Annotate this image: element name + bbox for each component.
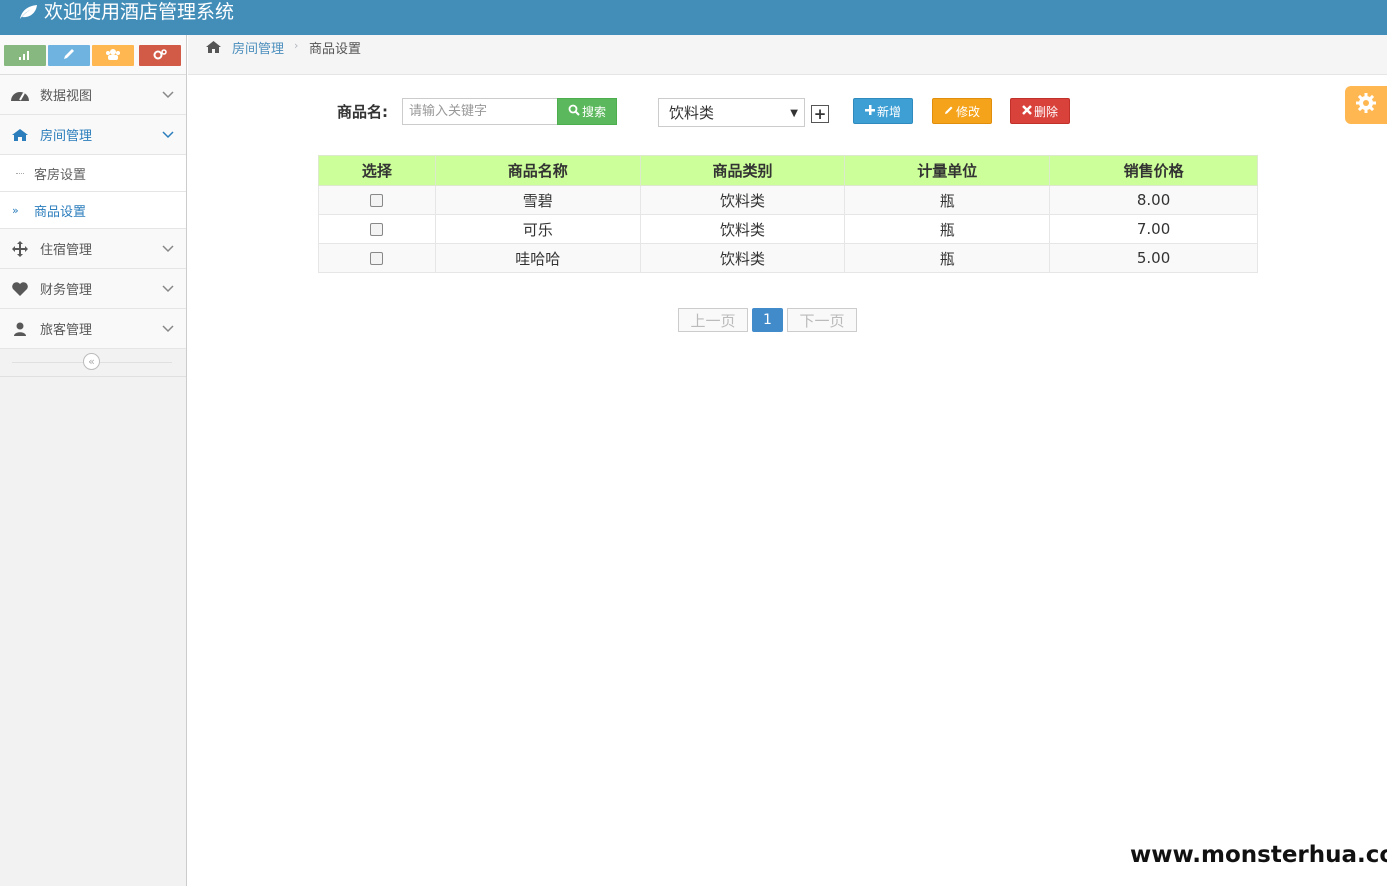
- delete-button[interactable]: 删除: [1010, 98, 1070, 124]
- sidebar-collapse-row: «: [0, 349, 186, 377]
- sidebar-item-label: 数据视图: [40, 89, 93, 104]
- signal-icon: [18, 48, 32, 64]
- product-unit-cell: 瓶: [844, 243, 1051, 273]
- search-icon: [568, 104, 580, 119]
- watermark: www.monsterhua.com: [1130, 842, 1387, 868]
- product-name-label: 商品名:: [337, 103, 388, 121]
- sidebar-collapse-button[interactable]: «: [83, 353, 100, 370]
- next-page-button[interactable]: 下一页: [787, 308, 857, 332]
- search-input[interactable]: [402, 98, 558, 125]
- shortcut-stats-button[interactable]: [4, 45, 46, 66]
- sidebar-item-data-view[interactable]: 数据视图: [0, 75, 186, 115]
- breadcrumb-link-room-management[interactable]: 房间管理: [232, 38, 284, 57]
- table-header-row: 选择 商品名称 商品类别 计量单位 销售价格: [318, 155, 1258, 186]
- heart-icon: [10, 281, 30, 297]
- home-icon: [10, 127, 30, 143]
- leaf-icon: [18, 4, 38, 20]
- user-icon: [10, 321, 30, 337]
- current-page-button[interactable]: 1: [752, 308, 783, 332]
- sidebar: 数据视图 房间管理 客房设置 » 商品设置 住宿管理 财务管理 旅客管理 «: [0, 35, 187, 886]
- sidebar-subitem-product-settings[interactable]: » 商品设置: [0, 192, 186, 229]
- plus-icon: [864, 104, 875, 118]
- product-category-cell: 饮料类: [639, 214, 846, 244]
- sidebar-item-room-management[interactable]: 房间管理: [0, 115, 186, 155]
- product-name-cell: 可乐: [434, 214, 641, 244]
- chevron-down-icon: [162, 242, 174, 257]
- add-button[interactable]: 新增: [853, 98, 913, 124]
- category-select[interactable]: 饮料类 ▼: [658, 98, 805, 127]
- table-row[interactable]: 可乐 饮料类 瓶 7.00: [318, 214, 1258, 244]
- column-header-name[interactable]: 商品名称: [434, 155, 641, 186]
- breadcrumb: 房间管理 › 商品设置: [188, 35, 1387, 75]
- delete-button-label: 删除: [1033, 104, 1058, 119]
- sidebar-item-label: 房间管理: [40, 129, 93, 144]
- select-cell: [318, 243, 436, 273]
- sidebar-item-lodging-management[interactable]: 住宿管理: [0, 229, 186, 269]
- table-row[interactable]: 雪碧 饮料类 瓶 8.00: [318, 185, 1258, 215]
- chevron-down-icon: [162, 128, 174, 143]
- double-angle-right-icon: »: [12, 203, 19, 217]
- sidebar-subitem-guest-room-settings[interactable]: 客房设置: [0, 155, 186, 192]
- category-select-value: 饮料类: [669, 104, 715, 122]
- sidebar-subitem-label: 商品设置: [34, 204, 87, 220]
- tachometer-icon: [10, 87, 30, 103]
- product-price-cell: 8.00: [1049, 185, 1258, 215]
- sidebar-item-label: 住宿管理: [40, 243, 93, 258]
- row-checkbox[interactable]: [370, 194, 384, 207]
- column-header-category[interactable]: 商品类别: [639, 155, 846, 186]
- move-arrows-icon: [10, 241, 30, 257]
- gear-icon: [1355, 92, 1377, 118]
- group-icon: [105, 48, 121, 64]
- home-icon[interactable]: [205, 40, 222, 58]
- add-category-button[interactable]: +: [811, 105, 829, 123]
- chevron-down-icon: [162, 282, 174, 297]
- pencil-icon: [62, 48, 76, 64]
- product-price-cell: 7.00: [1049, 214, 1258, 244]
- sidebar-shortcuts: [0, 35, 186, 75]
- product-category-cell: 饮料类: [639, 185, 846, 215]
- row-checkbox[interactable]: [370, 252, 384, 265]
- chevron-down-icon: [162, 88, 174, 103]
- sidebar-item-label: 财务管理: [40, 283, 93, 298]
- chevron-down-icon: [162, 322, 174, 337]
- ace-settings-button[interactable]: [1345, 86, 1387, 124]
- product-name-cell: 雪碧: [434, 185, 641, 215]
- sidebar-item-label: 旅客管理: [40, 323, 93, 338]
- select-cell: [318, 185, 436, 215]
- product-table: 选择 商品名称 商品类别 计量单位 销售价格 雪碧 饮料类 瓶 8.00 可乐 …: [318, 155, 1258, 273]
- row-checkbox[interactable]: [370, 223, 384, 236]
- shortcut-edit-button[interactable]: [48, 45, 90, 66]
- sidebar-subitem-label: 客房设置: [34, 167, 87, 183]
- cogs-icon: [152, 48, 168, 64]
- brand[interactable]: 欢迎使用酒店管理系统: [18, 0, 234, 24]
- search-button[interactable]: 搜索: [557, 98, 617, 125]
- sidebar-item-finance-management[interactable]: 财务管理: [0, 269, 186, 309]
- breadcrumb-current: 商品设置: [309, 42, 362, 57]
- caret-down-icon: ▼: [790, 108, 798, 119]
- shortcut-settings-button[interactable]: [139, 45, 181, 66]
- prev-page-button[interactable]: 上一页: [678, 308, 748, 332]
- pencil-icon: [944, 104, 954, 118]
- product-category-cell: 饮料类: [639, 243, 846, 273]
- search-button-label: 搜索: [581, 105, 606, 119]
- product-price-cell: 5.00: [1049, 243, 1258, 273]
- product-unit-cell: 瓶: [844, 214, 1051, 244]
- column-header-select[interactable]: 选择: [318, 155, 436, 186]
- breadcrumb-separator: ›: [294, 39, 299, 52]
- select-cell: [318, 214, 436, 244]
- product-unit-cell: 瓶: [844, 185, 1051, 215]
- shortcut-users-button[interactable]: [92, 45, 134, 66]
- sidebar-item-guest-management[interactable]: 旅客管理: [0, 309, 186, 349]
- top-navbar: 欢迎使用酒店管理系统: [0, 0, 1387, 35]
- app-title: 欢迎使用酒店管理系统: [44, 1, 235, 23]
- column-header-price[interactable]: 销售价格: [1049, 155, 1258, 186]
- edit-button[interactable]: 修改: [932, 98, 992, 124]
- table-row[interactable]: 哇哈哈 饮料类 瓶 5.00: [318, 243, 1258, 273]
- remove-icon: [1022, 104, 1032, 118]
- add-button-label: 新增: [876, 104, 901, 119]
- edit-button-label: 修改: [955, 104, 980, 119]
- product-name-cell: 哇哈哈: [434, 243, 641, 273]
- column-header-unit[interactable]: 计量单位: [844, 155, 1051, 186]
